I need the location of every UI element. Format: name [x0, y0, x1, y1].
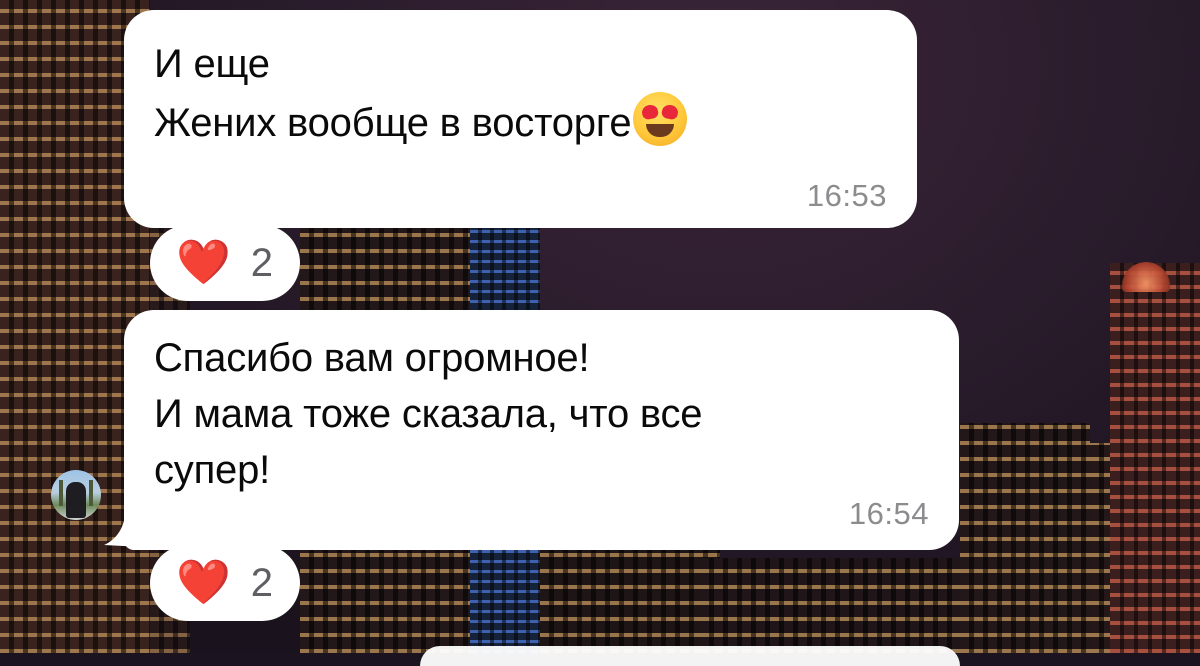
message-line: Жених вообще в восторге [154, 92, 889, 151]
message-time: 16:54 [848, 496, 929, 531]
message-line-text: Жених вообще в восторге [154, 101, 632, 145]
message-text: И еще Жених вообще в восторге [154, 36, 889, 151]
wallpaper-building [540, 533, 720, 653]
bubble-tail [104, 505, 144, 547]
message-line: И мама тоже сказала, что все [154, 392, 703, 436]
reaction-pill[interactable]: ❤️ 2 [150, 225, 300, 301]
message-line: супер! [154, 448, 271, 492]
message-line: И еще [154, 42, 270, 86]
message-text: Спасибо вам огромное! И мама тоже сказал… [154, 330, 931, 498]
message-time: 16:53 [806, 178, 887, 213]
heart-eyes-emoji-icon [633, 92, 688, 146]
reaction-pill[interactable]: ❤️ 2 [150, 545, 300, 621]
wallpaper-building [960, 423, 1090, 653]
reaction-count: 2 [250, 240, 274, 285]
heart-icon: ❤️ [176, 237, 231, 288]
message-bubble[interactable]: Спасибо вам огромное! И мама тоже сказал… [124, 310, 959, 550]
message-bubble[interactable]: И еще Жених вообще в восторге 16:53 [124, 10, 917, 228]
wallpaper-building [1110, 263, 1200, 653]
heart-icon: ❤️ [176, 557, 231, 608]
next-message-bubble-edge [420, 646, 960, 666]
message-line: Спасибо вам огромное! [154, 336, 590, 380]
reaction-count: 2 [250, 560, 274, 605]
wallpaper-building [700, 558, 960, 653]
sender-avatar[interactable] [51, 470, 101, 520]
